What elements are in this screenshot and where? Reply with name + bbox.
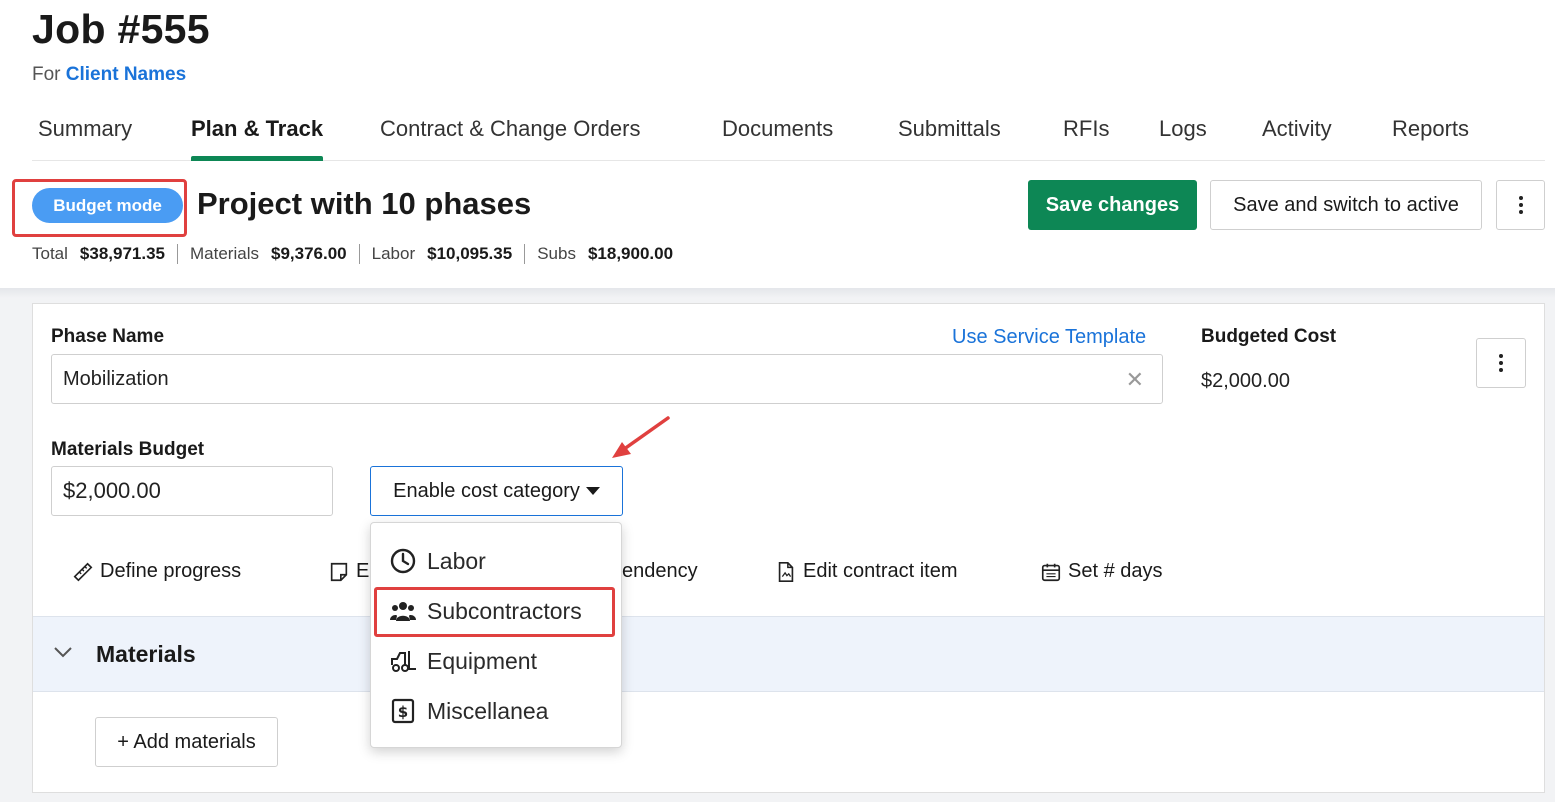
chevron-down-icon[interactable] xyxy=(53,645,73,659)
edit-contract-item-action[interactable]: Edit contract item xyxy=(775,560,958,583)
tab-plan-track[interactable]: Plan & Track xyxy=(191,116,324,161)
forklift-icon xyxy=(391,651,416,672)
tab-documents[interactable]: Documents xyxy=(722,116,833,161)
dropdown-label: Enable cost category xyxy=(393,479,580,502)
tab-submittals[interactable]: Submittals xyxy=(898,116,1001,161)
note-icon xyxy=(330,562,348,581)
annotation-arrow-icon xyxy=(612,416,670,458)
materials-total-value: $9,376.00 xyxy=(270,244,347,263)
menu-item-labor[interactable]: Labor xyxy=(389,544,486,578)
menu-item-label: Labor xyxy=(427,547,486,574)
more-vertical-icon xyxy=(1518,196,1523,214)
divider xyxy=(358,244,360,264)
use-service-template-link[interactable]: Use Service Template xyxy=(952,326,1146,349)
annotation-highlight-subcontractors xyxy=(374,587,615,637)
tab-logs[interactable]: Logs xyxy=(1159,116,1207,161)
total-label: Total xyxy=(32,244,68,263)
svg-text:$: $ xyxy=(398,703,408,721)
total-value: $38,971.35 xyxy=(79,244,166,263)
set-days-action[interactable]: Set # days xyxy=(1040,560,1163,583)
tab-contract-change-orders[interactable]: Contract & Change Orders xyxy=(380,116,640,161)
project-more-button[interactable] xyxy=(1496,180,1545,230)
save-changes-button[interactable]: Save changes xyxy=(1028,180,1197,230)
subs-total-label: Subs xyxy=(537,244,576,263)
action-label: endency xyxy=(622,560,698,582)
menu-item-label: Miscellanea xyxy=(427,697,549,724)
budget-mode-badge: Budget mode xyxy=(32,188,183,223)
caret-down-icon xyxy=(585,487,600,495)
client-link[interactable]: Client Names xyxy=(66,64,186,85)
menu-item-label: Equipment xyxy=(427,647,537,674)
clear-icon[interactable]: ✕ xyxy=(1126,367,1144,393)
materials-budget-input[interactable]: $2,000.00 xyxy=(51,466,333,516)
tab-bar: Summary Plan & Track Contract & Change O… xyxy=(32,108,1545,161)
document-icon xyxy=(778,561,794,582)
labor-total-label: Labor xyxy=(371,244,416,263)
add-materials-button[interactable]: + Add materials xyxy=(95,717,278,767)
menu-item-miscellanea[interactable]: $ Miscellanea xyxy=(389,694,548,728)
save-switch-active-button[interactable]: Save and switch to active xyxy=(1210,180,1482,230)
phase-name-input[interactable]: Mobilization ✕ xyxy=(51,354,1163,404)
materials-budget-label: Materials Budget xyxy=(51,439,205,460)
job-header: Job #555 For Client Names Summary Plan &… xyxy=(0,0,1555,288)
enable-cost-category-dropdown[interactable]: Enable cost category xyxy=(370,466,623,516)
divider xyxy=(177,244,179,264)
materials-section-title: Materials xyxy=(96,641,196,667)
clock-icon xyxy=(390,548,416,574)
tab-summary[interactable]: Summary xyxy=(38,116,132,161)
materials-budget-value: $2,000.00 xyxy=(63,478,161,503)
action-label: Edit contract item xyxy=(803,560,958,582)
budgeted-cost-label: Budgeted Cost xyxy=(1201,326,1337,347)
project-title: Project with 10 phases xyxy=(197,186,532,221)
action-label: Set # days xyxy=(1068,560,1163,582)
edit-notes-action[interactable]: E xyxy=(328,560,369,583)
phase-name-value: Mobilization xyxy=(63,367,169,390)
divider xyxy=(524,244,526,264)
client-line: For Client Names xyxy=(32,64,186,86)
tab-rfis[interactable]: RFIs xyxy=(1063,116,1109,161)
materials-total-label: Materials xyxy=(190,244,259,263)
calendar-icon xyxy=(1041,563,1061,581)
budget-totals: Total $38,971.35 Materials $9,376.00 Lab… xyxy=(32,243,673,265)
action-label: Define progress xyxy=(100,560,242,582)
materials-section-header[interactable]: Materials xyxy=(33,616,1544,692)
job-title: Job #555 xyxy=(32,6,210,52)
dollar-box-icon: $ xyxy=(391,698,415,724)
subs-total-value: $18,900.00 xyxy=(587,244,674,263)
dependency-action[interactable]: endency xyxy=(622,560,698,583)
tab-activity[interactable]: Activity xyxy=(1262,116,1332,161)
menu-item-equipment[interactable]: Equipment xyxy=(389,644,537,678)
phase-more-button[interactable] xyxy=(1476,338,1526,388)
phase-name-label: Phase Name xyxy=(51,326,165,347)
budgeted-cost-value: $2,000.00 xyxy=(1201,370,1290,392)
ruler-icon xyxy=(73,562,93,581)
more-vertical-icon xyxy=(1499,354,1503,372)
action-label: E xyxy=(356,560,370,582)
define-progress-action[interactable]: Define progress xyxy=(72,560,241,583)
tab-reports[interactable]: Reports xyxy=(1392,116,1469,161)
for-prefix: For xyxy=(32,64,61,85)
labor-total-value: $10,095.35 xyxy=(427,244,513,263)
